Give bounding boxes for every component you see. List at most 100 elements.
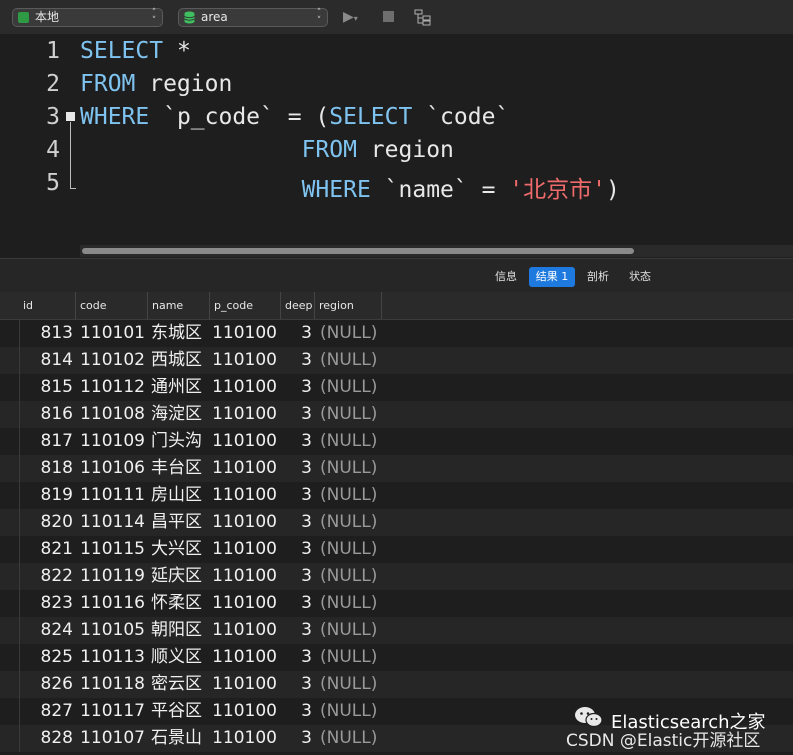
cell-region[interactable]: (NULL) xyxy=(320,428,390,455)
table-row[interactable]: 818 110106 丰台区 110100 3 (NULL) xyxy=(0,455,793,482)
cell-deep[interactable]: 3 xyxy=(281,617,312,644)
cell-deep[interactable]: 3 xyxy=(281,698,312,725)
table-row[interactable]: 820 110114 昌平区 110100 3 (NULL) xyxy=(0,509,793,536)
cell-p-code[interactable]: 110100 xyxy=(212,320,277,347)
database-select[interactable]: area ˄ ˅ xyxy=(178,8,328,27)
cell-region[interactable]: (NULL) xyxy=(320,536,390,563)
cell-code[interactable]: 110116 xyxy=(76,590,145,617)
cell-name[interactable]: 西城区 xyxy=(151,347,209,374)
cell-code[interactable]: 110112 xyxy=(76,374,145,401)
cell-code[interactable]: 110108 xyxy=(76,401,145,428)
cell-id[interactable]: 828 xyxy=(19,725,73,752)
cell-id[interactable]: 826 xyxy=(19,671,73,698)
cell-p-code[interactable]: 110100 xyxy=(212,401,277,428)
column-header-id[interactable]: id xyxy=(19,292,76,319)
table-row[interactable]: 815 110112 通州区 110100 3 (NULL) xyxy=(0,374,793,401)
table-row[interactable]: 824 110105 朝阳区 110100 3 (NULL) xyxy=(0,617,793,644)
cell-name[interactable]: 顺义区 xyxy=(151,644,209,671)
cell-p-code[interactable]: 110100 xyxy=(212,671,277,698)
horizontal-scrollbar[interactable] xyxy=(80,245,793,257)
sql-editor[interactable]: 1 2 3 4 5 SELECT * FROM region WHERE `p_… xyxy=(0,34,793,258)
cell-p-code[interactable]: 110100 xyxy=(212,428,277,455)
table-row[interactable]: 814 110102 西城区 110100 3 (NULL) xyxy=(0,347,793,374)
cell-p-code[interactable]: 110100 xyxy=(212,374,277,401)
cell-p-code[interactable]: 110100 xyxy=(212,725,277,752)
table-row[interactable]: 819 110111 房山区 110100 3 (NULL) xyxy=(0,482,793,509)
cell-p-code[interactable]: 110100 xyxy=(212,536,277,563)
cell-deep[interactable]: 3 xyxy=(281,428,312,455)
column-header-deep[interactable]: deep xyxy=(281,292,315,319)
cell-p-code[interactable]: 110100 xyxy=(212,563,277,590)
cell-region[interactable]: (NULL) xyxy=(320,482,390,509)
cell-name[interactable]: 怀柔区 xyxy=(151,590,209,617)
cell-region[interactable]: (NULL) xyxy=(320,590,390,617)
cell-deep[interactable]: 3 xyxy=(281,644,312,671)
cell-name[interactable]: 昌平区 xyxy=(151,509,209,536)
cell-code[interactable]: 110105 xyxy=(76,617,145,644)
cell-id[interactable]: 816 xyxy=(19,401,73,428)
cell-code[interactable]: 110113 xyxy=(76,644,145,671)
column-header-name[interactable]: name xyxy=(148,292,210,319)
cell-name[interactable]: 通州区 xyxy=(151,374,209,401)
cell-id[interactable]: 815 xyxy=(19,374,73,401)
cell-region[interactable]: (NULL) xyxy=(320,671,390,698)
cell-name[interactable]: 密云区 xyxy=(151,671,209,698)
cell-region[interactable]: (NULL) xyxy=(320,374,390,401)
table-row[interactable]: 825 110113 顺义区 110100 3 (NULL) xyxy=(0,644,793,671)
explain-tree-icon[interactable] xyxy=(414,9,432,26)
cell-deep[interactable]: 3 xyxy=(281,320,312,347)
cell-code[interactable]: 110115 xyxy=(76,536,145,563)
cell-id[interactable]: 827 xyxy=(19,698,73,725)
cell-region[interactable]: (NULL) xyxy=(320,347,390,374)
cell-code[interactable]: 110114 xyxy=(76,509,145,536)
play-icon[interactable]: ▶▾ xyxy=(343,9,358,27)
cell-deep[interactable]: 3 xyxy=(281,590,312,617)
stop-icon[interactable] xyxy=(383,11,394,22)
cell-code[interactable]: 110119 xyxy=(76,563,145,590)
cell-region[interactable]: (NULL) xyxy=(320,725,390,752)
column-header-p-code[interactable]: p_code xyxy=(210,292,281,319)
fold-toggle-icon[interactable] xyxy=(66,112,75,121)
cell-code[interactable]: 110106 xyxy=(76,455,145,482)
cell-p-code[interactable]: 110100 xyxy=(212,698,277,725)
cell-region[interactable]: (NULL) xyxy=(320,644,390,671)
cell-region[interactable]: (NULL) xyxy=(320,563,390,590)
tab-result-1[interactable]: 结果 1 xyxy=(529,267,575,287)
cell-deep[interactable]: 3 xyxy=(281,374,312,401)
cell-code[interactable]: 110107 xyxy=(76,725,145,752)
cell-region[interactable]: (NULL) xyxy=(320,617,390,644)
cell-code[interactable]: 110101 xyxy=(76,320,145,347)
tab-status[interactable]: 状态 xyxy=(623,267,657,287)
table-row[interactable]: 823 110116 怀柔区 110100 3 (NULL) xyxy=(0,590,793,617)
scrollbar-thumb[interactable] xyxy=(82,248,634,254)
table-row[interactable]: 817 110109 门头沟 110100 3 (NULL) xyxy=(0,428,793,455)
cell-name[interactable]: 东城区 xyxy=(151,320,209,347)
cell-region[interactable]: (NULL) xyxy=(320,455,390,482)
cell-code[interactable]: 110118 xyxy=(76,671,145,698)
cell-id[interactable]: 819 xyxy=(19,482,73,509)
cell-deep[interactable]: 3 xyxy=(281,671,312,698)
cell-code[interactable]: 110109 xyxy=(76,428,145,455)
cell-deep[interactable]: 3 xyxy=(281,536,312,563)
cell-name[interactable]: 门头沟 xyxy=(151,428,209,455)
table-row[interactable]: 813 110101 东城区 110100 3 (NULL) xyxy=(0,320,793,347)
cell-p-code[interactable]: 110100 xyxy=(212,617,277,644)
cell-p-code[interactable]: 110100 xyxy=(212,347,277,374)
cell-id[interactable]: 813 xyxy=(19,320,73,347)
cell-p-code[interactable]: 110100 xyxy=(212,455,277,482)
cell-name[interactable]: 大兴区 xyxy=(151,536,209,563)
cell-name[interactable]: 延庆区 xyxy=(151,563,209,590)
table-row[interactable]: 816 110108 海淀区 110100 3 (NULL) xyxy=(0,401,793,428)
cell-id[interactable]: 817 xyxy=(19,428,73,455)
cell-id[interactable]: 823 xyxy=(19,590,73,617)
cell-deep[interactable]: 3 xyxy=(281,401,312,428)
cell-code[interactable]: 110117 xyxy=(76,698,145,725)
cell-deep[interactable]: 3 xyxy=(281,725,312,752)
cell-name[interactable]: 石景山 xyxy=(151,725,209,752)
tab-info[interactable]: 信息 xyxy=(489,267,523,287)
column-header-region[interactable]: region xyxy=(315,292,382,319)
connection-select[interactable]: 本地 ˄ ˅ xyxy=(12,8,163,27)
cell-p-code[interactable]: 110100 xyxy=(212,509,277,536)
cell-id[interactable]: 822 xyxy=(19,563,73,590)
cell-name[interactable]: 平谷区 xyxy=(151,698,209,725)
